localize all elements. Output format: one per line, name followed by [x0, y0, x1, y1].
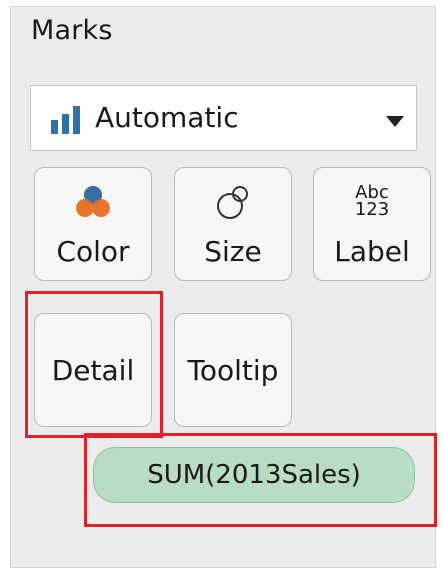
chevron-down-icon — [386, 113, 404, 127]
tooltip-card-label: Tooltip — [187, 354, 279, 387]
size-card[interactable]: Size — [174, 167, 292, 281]
marks-panel: Marks Automatic Color Size Abc 123 Label… — [10, 6, 437, 568]
mark-type-label: Automatic — [95, 101, 239, 134]
size-circles-icon — [175, 184, 291, 220]
sum-2013sales-pill[interactable]: SUM(2013Sales) — [93, 447, 415, 503]
tooltip-card[interactable]: Tooltip — [174, 313, 292, 427]
color-dots-icon — [35, 184, 151, 220]
abc-123-icon: Abc 123 — [314, 184, 430, 220]
bar-chart-icon — [49, 106, 85, 134]
color-card-label: Color — [56, 235, 130, 268]
mark-type-dropdown[interactable]: Automatic — [30, 85, 417, 151]
marks-title: Marks — [31, 15, 113, 46]
123-text: 123 — [354, 199, 390, 220]
label-card[interactable]: Abc 123 Label — [313, 167, 431, 281]
color-card[interactable]: Color — [34, 167, 152, 281]
size-card-label: Size — [204, 235, 262, 268]
field-pill-label: SUM(2013Sales) — [147, 460, 361, 490]
label-card-label: Label — [334, 235, 410, 268]
detail-highlight-box — [25, 291, 163, 438]
